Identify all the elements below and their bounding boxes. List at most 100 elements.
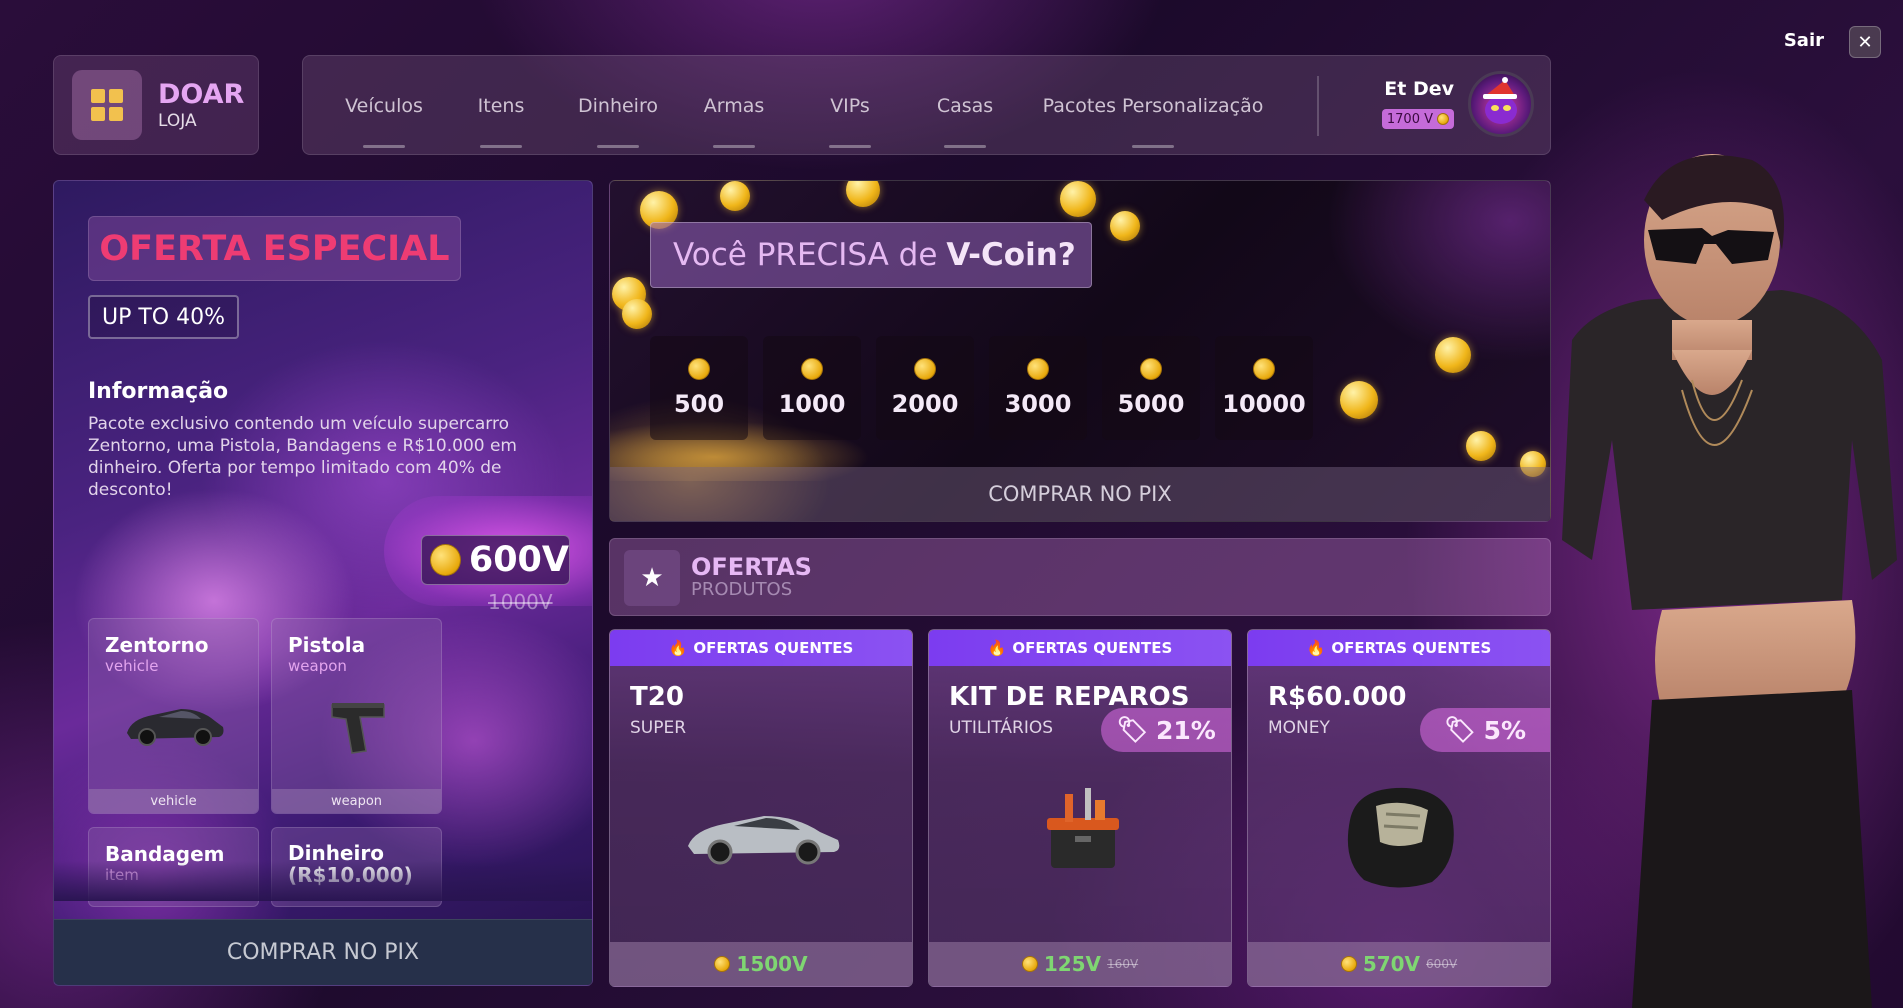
discount-badge: 🏷 5%: [1420, 708, 1550, 752]
vcoin-package[interactable]: 1000: [763, 336, 861, 440]
pistol-icon: [331, 703, 385, 754]
exit-label[interactable]: Sair: [1784, 30, 1824, 51]
fire-icon: 🔥: [668, 639, 688, 657]
info-title: Informação: [88, 379, 229, 404]
nav-item-pacotes[interactable]: Pacotes Personalização: [1033, 56, 1273, 156]
special-price-value: 600V: [468, 540, 569, 580]
coin-icon: [914, 358, 936, 380]
vcoin-package-amount: 2000: [891, 390, 959, 418]
hot-offer-label: OFERTAS QUENTES: [693, 639, 854, 657]
avatar[interactable]: [1468, 71, 1534, 137]
vcoin-package-amount: 5000: [1117, 390, 1185, 418]
package-item-name: Zentorno: [105, 633, 209, 657]
hot-offer-bar: 🔥 OFERTAS QUENTES: [1248, 630, 1550, 666]
money-bag-icon: [1347, 787, 1454, 888]
vcoin-package[interactable]: 500: [650, 336, 748, 440]
coin-icon: [1340, 956, 1357, 972]
vcoin-package[interactable]: 10000: [1215, 336, 1313, 440]
vcoin-buy-pix-button[interactable]: COMPRAR NO PIX: [610, 467, 1550, 521]
package-item[interactable]: Pistola weapon weapon: [271, 618, 442, 814]
product-name: T20: [630, 682, 684, 712]
info-text: Pacote exclusivo contendo um veículo sup…: [88, 414, 517, 500]
vcoin-package[interactable]: 2000: [876, 336, 974, 440]
logo-subtitle: LOJA: [158, 110, 197, 131]
vcoin-banner: Você PRECISA de V-Coin? 500 1000 2000 300…: [609, 180, 1551, 522]
fire-icon: 🔥: [1306, 639, 1326, 657]
coin-icon: [1140, 358, 1162, 380]
list-fade: [54, 861, 592, 901]
vcoin-title: Você PRECISA de V-Coin?: [650, 222, 1092, 288]
nav-item-armas[interactable]: Armas: [679, 56, 789, 156]
nav-item-dinheiro[interactable]: Dinheiro: [557, 56, 679, 156]
hot-offer-bar: 🔥 OFERTAS QUENTES: [610, 630, 912, 666]
vcoin-package[interactable]: 3000: [989, 336, 1087, 440]
fire-icon: 🔥: [987, 639, 1007, 657]
product-price: 570V 600V: [1248, 942, 1550, 986]
offers-header: ★ OFERTAS PRODUTOS: [609, 538, 1551, 616]
nav-item-itens[interactable]: Itens: [445, 56, 557, 156]
product-old-price: 160V: [1107, 957, 1139, 971]
package-item-type: vehicle: [105, 657, 159, 675]
product-price: 1500V: [610, 942, 912, 986]
package-item-footer: vehicle: [89, 789, 258, 813]
coin-decoration: [846, 181, 880, 207]
product-category: SUPER: [630, 718, 687, 738]
user-balance-value: 1700 V: [1386, 111, 1433, 127]
package-item[interactable]: Zentorno vehicle vehicle: [88, 618, 259, 814]
vcoin-package-amount: 10000: [1222, 390, 1306, 418]
grid-icon: [72, 70, 142, 140]
nav-item-casas[interactable]: Casas: [911, 56, 1019, 156]
toolbox-icon: [1047, 788, 1119, 868]
coin-decoration: [720, 181, 750, 211]
close-icon[interactable]: ✕: [1849, 26, 1881, 58]
coin-decoration: [1110, 211, 1140, 241]
package-item-name: Pistola: [288, 633, 366, 657]
discount-value: 5%: [1483, 715, 1527, 745]
nav-item-vips[interactable]: VIPs: [789, 56, 911, 156]
coin-icon: [1253, 358, 1275, 380]
vcoin-package-amount: 1000: [778, 390, 846, 418]
star-icon: ★: [624, 550, 680, 606]
special-offer-panel: OFERTA ESPECIAL UP TO 40% Informação Pac…: [53, 180, 593, 986]
hot-offer-bar: 🔥 OFERTAS QUENTES: [929, 630, 1231, 666]
product-card[interactable]: 🔥 OFERTAS QUENTES T20 SUPER 1500V: [609, 629, 913, 987]
product-price-value: 125V: [1043, 952, 1102, 976]
product-category: UTILITÁRIOS: [949, 718, 1054, 738]
coin-decoration: [1466, 431, 1496, 461]
product-card[interactable]: 🔥 OFERTAS QUENTES R$60.000 MONEY 🏷 5% 570V…: [1247, 629, 1551, 987]
offers-subtitle: PRODUTOS: [691, 579, 793, 600]
special-price: 600V: [421, 535, 570, 585]
character-illustration: [1562, 154, 1897, 1008]
product-old-price: 600V: [1426, 957, 1458, 971]
product-price-value: 1500V: [736, 952, 808, 976]
special-offer-discount: UP TO 40%: [88, 295, 240, 339]
user-balance: 1700 V: [1381, 109, 1454, 129]
coin-decoration: [1060, 181, 1096, 217]
user-name: Et Dev: [1384, 78, 1454, 100]
coin-icon: [1027, 358, 1049, 380]
store-logo: DOAR LOJA: [53, 55, 259, 155]
coin-icon: [430, 544, 461, 576]
vcoin-title-b: V-Coin?: [946, 237, 1076, 273]
coin-icon: [1437, 113, 1449, 125]
coin-icon: [801, 358, 823, 380]
vcoin-package-amount: 500: [673, 390, 725, 418]
hot-offer-label: OFERTAS QUENTES: [1331, 639, 1492, 657]
product-name: R$60.000: [1268, 682, 1407, 712]
coin-decoration: [1340, 381, 1378, 419]
hot-offer-label: OFERTAS QUENTES: [1012, 639, 1173, 657]
package-item-footer: weapon: [272, 789, 441, 813]
buy-pix-button[interactable]: COMPRAR NO PIX: [54, 919, 592, 985]
coin-decoration: [622, 299, 652, 329]
car-icon: [688, 816, 840, 865]
top-nav: Veículos Itens Dinheiro Armas VIPs Casas…: [302, 55, 1551, 155]
product-card[interactable]: 🔥 OFERTAS QUENTES KIT DE REPAROS UTILITÁR…: [928, 629, 1232, 987]
product-category: MONEY: [1268, 718, 1330, 738]
special-old-price: 1000V: [488, 590, 553, 614]
nav-item-veiculos[interactable]: Veículos: [323, 56, 445, 156]
logo-title: DOAR: [158, 78, 245, 110]
tag-icon: 🏷: [1443, 715, 1476, 744]
discount-value: 21%: [1155, 715, 1216, 745]
offers-title: OFERTAS: [691, 553, 812, 581]
vcoin-package[interactable]: 5000: [1102, 336, 1200, 440]
